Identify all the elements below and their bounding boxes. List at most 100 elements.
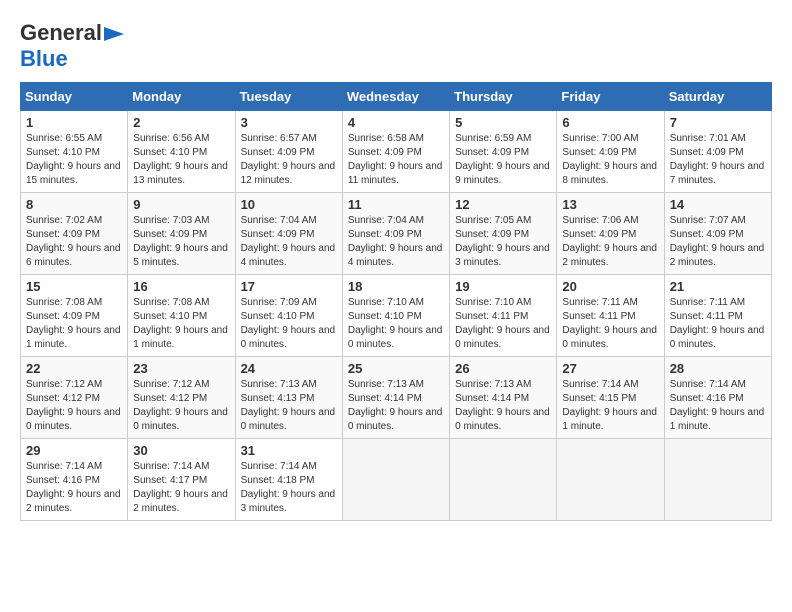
day-number: 13: [562, 197, 658, 212]
day-number: 9: [133, 197, 229, 212]
calendar-cell: 2 Sunrise: 6:56 AMSunset: 4:10 PMDaylight…: [128, 111, 235, 193]
calendar-cell: 9 Sunrise: 7:03 AMSunset: 4:09 PMDaylight…: [128, 193, 235, 275]
day-number: 1: [26, 115, 122, 130]
calendar-cell: [342, 439, 449, 521]
day-detail: Sunrise: 7:13 AMSunset: 4:13 PMDaylight:…: [241, 378, 337, 434]
calendar-cell: 13 Sunrise: 7:06 AMSunset: 4:09 PMDayligh…: [557, 193, 664, 275]
calendar-cell: 14 Sunrise: 7:07 AMSunset: 4:09 PMDayligh…: [664, 193, 771, 275]
day-detail: Sunrise: 7:03 AMSunset: 4:09 PMDaylight:…: [133, 214, 229, 270]
calendar-table: SundayMondayTuesdayWednesdayThursdayFrid…: [20, 82, 772, 521]
day-number: 26: [455, 361, 551, 376]
day-number: 21: [670, 279, 766, 294]
logo-blue: Blue: [20, 46, 68, 71]
day-number: 4: [348, 115, 444, 130]
logo: General Blue: [20, 20, 126, 72]
day-detail: Sunrise: 7:09 AMSunset: 4:10 PMDaylight:…: [241, 296, 337, 352]
day-number: 11: [348, 197, 444, 212]
day-number: 15: [26, 279, 122, 294]
day-number: 5: [455, 115, 551, 130]
day-number: 28: [670, 361, 766, 376]
calendar-cell: 12 Sunrise: 7:05 AMSunset: 4:09 PMDayligh…: [450, 193, 557, 275]
day-detail: Sunrise: 7:11 AMSunset: 4:11 PMDaylight:…: [670, 296, 766, 352]
calendar-cell: 26Sunrise: 7:13 AMSunset: 4:14 PMDayligh…: [450, 357, 557, 439]
day-detail: Sunrise: 6:59 AMSunset: 4:09 PMDaylight:…: [455, 132, 551, 188]
calendar-cell: 6 Sunrise: 7:00 AMSunset: 4:09 PMDaylight…: [557, 111, 664, 193]
calendar-cell: 4 Sunrise: 6:58 AMSunset: 4:09 PMDaylight…: [342, 111, 449, 193]
day-number: 8: [26, 197, 122, 212]
calendar-cell: 25 Sunrise: 7:13 AMSunset: 4:14 PMDayligh…: [342, 357, 449, 439]
col-header-saturday: Saturday: [664, 83, 771, 111]
day-number: 23: [133, 361, 229, 376]
day-number: 6: [562, 115, 658, 130]
day-detail: Sunrise: 7:13 AMSunset: 4:14 PMDaylight:…: [348, 378, 444, 434]
calendar-cell: 19Sunrise: 7:10 AMSunset: 4:11 PMDayligh…: [450, 275, 557, 357]
calendar-cell: 10Sunrise: 7:04 AMSunset: 4:09 PMDayligh…: [235, 193, 342, 275]
day-detail: Sunrise: 7:11 AMSunset: 4:11 PMDaylight:…: [562, 296, 658, 352]
calendar-cell: [664, 439, 771, 521]
calendar-cell: 24 Sunrise: 7:13 AMSunset: 4:13 PMDayligh…: [235, 357, 342, 439]
day-detail: Sunrise: 6:55 AMSunset: 4:10 PMDaylight:…: [26, 132, 122, 188]
day-detail: Sunrise: 6:58 AMSunset: 4:09 PMDaylight:…: [348, 132, 444, 188]
calendar-cell: 16 Sunrise: 7:08 AMSunset: 4:10 PMDayligh…: [128, 275, 235, 357]
day-detail: Sunrise: 7:00 AMSunset: 4:09 PMDaylight:…: [562, 132, 658, 188]
day-detail: Sunrise: 6:57 AMSunset: 4:09 PMDaylight:…: [241, 132, 337, 188]
day-number: 22: [26, 361, 122, 376]
day-detail: Sunrise: 7:08 AMSunset: 4:10 PMDaylight:…: [133, 296, 229, 352]
day-detail: Sunrise: 7:06 AMSunset: 4:09 PMDaylight:…: [562, 214, 658, 270]
day-detail: Sunrise: 7:12 AMSunset: 4:12 PMDaylight:…: [26, 378, 122, 434]
calendar-cell: 1 Sunrise: 6:55 AMSunset: 4:10 PMDaylight…: [21, 111, 128, 193]
day-detail: Sunrise: 7:04 AMSunset: 4:09 PMDaylight:…: [241, 214, 337, 270]
calendar-cell: 17 Sunrise: 7:09 AMSunset: 4:10 PMDayligh…: [235, 275, 342, 357]
day-detail: Sunrise: 7:14 AMSunset: 4:18 PMDaylight:…: [241, 460, 337, 516]
day-number: 2: [133, 115, 229, 130]
calendar-cell: 8 Sunrise: 7:02 AMSunset: 4:09 PMDaylight…: [21, 193, 128, 275]
day-number: 20: [562, 279, 658, 294]
day-number: 25: [348, 361, 444, 376]
day-number: 14: [670, 197, 766, 212]
calendar-cell: 23Sunrise: 7:12 AMSunset: 4:12 PMDayligh…: [128, 357, 235, 439]
calendar-cell: 11 Sunrise: 7:04 AMSunset: 4:09 PMDayligh…: [342, 193, 449, 275]
day-detail: Sunrise: 7:01 AMSunset: 4:09 PMDaylight:…: [670, 132, 766, 188]
calendar-cell: 21 Sunrise: 7:11 AMSunset: 4:11 PMDayligh…: [664, 275, 771, 357]
col-header-wednesday: Wednesday: [342, 83, 449, 111]
day-number: 19: [455, 279, 551, 294]
day-detail: Sunrise: 7:05 AMSunset: 4:09 PMDaylight:…: [455, 214, 551, 270]
day-detail: Sunrise: 7:02 AMSunset: 4:09 PMDaylight:…: [26, 214, 122, 270]
day-detail: Sunrise: 7:14 AMSunset: 4:15 PMDaylight:…: [562, 378, 658, 434]
calendar-header-row: SundayMondayTuesdayWednesdayThursdayFrid…: [21, 83, 772, 111]
calendar-cell: [557, 439, 664, 521]
day-detail: Sunrise: 7:07 AMSunset: 4:09 PMDaylight:…: [670, 214, 766, 270]
page-header: General Blue: [20, 20, 772, 72]
logo-general: General: [20, 20, 102, 46]
calendar-cell: 22 Sunrise: 7:12 AMSunset: 4:12 PMDayligh…: [21, 357, 128, 439]
calendar-cell: 7 Sunrise: 7:01 AMSunset: 4:09 PMDaylight…: [664, 111, 771, 193]
calendar-week-5: 29 Sunrise: 7:14 AMSunset: 4:16 PMDayligh…: [21, 439, 772, 521]
day-number: 17: [241, 279, 337, 294]
day-number: 24: [241, 361, 337, 376]
day-number: 31: [241, 443, 337, 458]
day-number: 30: [133, 443, 229, 458]
calendar-cell: 3Sunrise: 6:57 AMSunset: 4:09 PMDaylight…: [235, 111, 342, 193]
day-number: 29: [26, 443, 122, 458]
calendar-cell: 29 Sunrise: 7:14 AMSunset: 4:16 PMDayligh…: [21, 439, 128, 521]
day-detail: Sunrise: 7:10 AMSunset: 4:10 PMDaylight:…: [348, 296, 444, 352]
day-detail: Sunrise: 7:04 AMSunset: 4:09 PMDaylight:…: [348, 214, 444, 270]
day-detail: Sunrise: 7:14 AMSunset: 4:17 PMDaylight:…: [133, 460, 229, 516]
col-header-sunday: Sunday: [21, 83, 128, 111]
day-number: 27: [562, 361, 658, 376]
day-number: 12: [455, 197, 551, 212]
day-detail: Sunrise: 7:14 AMSunset: 4:16 PMDaylight:…: [26, 460, 122, 516]
day-number: 16: [133, 279, 229, 294]
calendar-cell: 31 Sunrise: 7:14 AMSunset: 4:18 PMDayligh…: [235, 439, 342, 521]
day-detail: Sunrise: 6:56 AMSunset: 4:10 PMDaylight:…: [133, 132, 229, 188]
day-number: 18: [348, 279, 444, 294]
calendar-week-1: 1 Sunrise: 6:55 AMSunset: 4:10 PMDaylight…: [21, 111, 772, 193]
calendar-cell: 15 Sunrise: 7:08 AMSunset: 4:09 PMDayligh…: [21, 275, 128, 357]
calendar-week-4: 22 Sunrise: 7:12 AMSunset: 4:12 PMDayligh…: [21, 357, 772, 439]
day-number: 7: [670, 115, 766, 130]
col-header-tuesday: Tuesday: [235, 83, 342, 111]
calendar-week-3: 15 Sunrise: 7:08 AMSunset: 4:09 PMDayligh…: [21, 275, 772, 357]
calendar-cell: 27 Sunrise: 7:14 AMSunset: 4:15 PMDayligh…: [557, 357, 664, 439]
logo-arrow-icon: [104, 25, 126, 43]
day-detail: Sunrise: 7:08 AMSunset: 4:09 PMDaylight:…: [26, 296, 122, 352]
